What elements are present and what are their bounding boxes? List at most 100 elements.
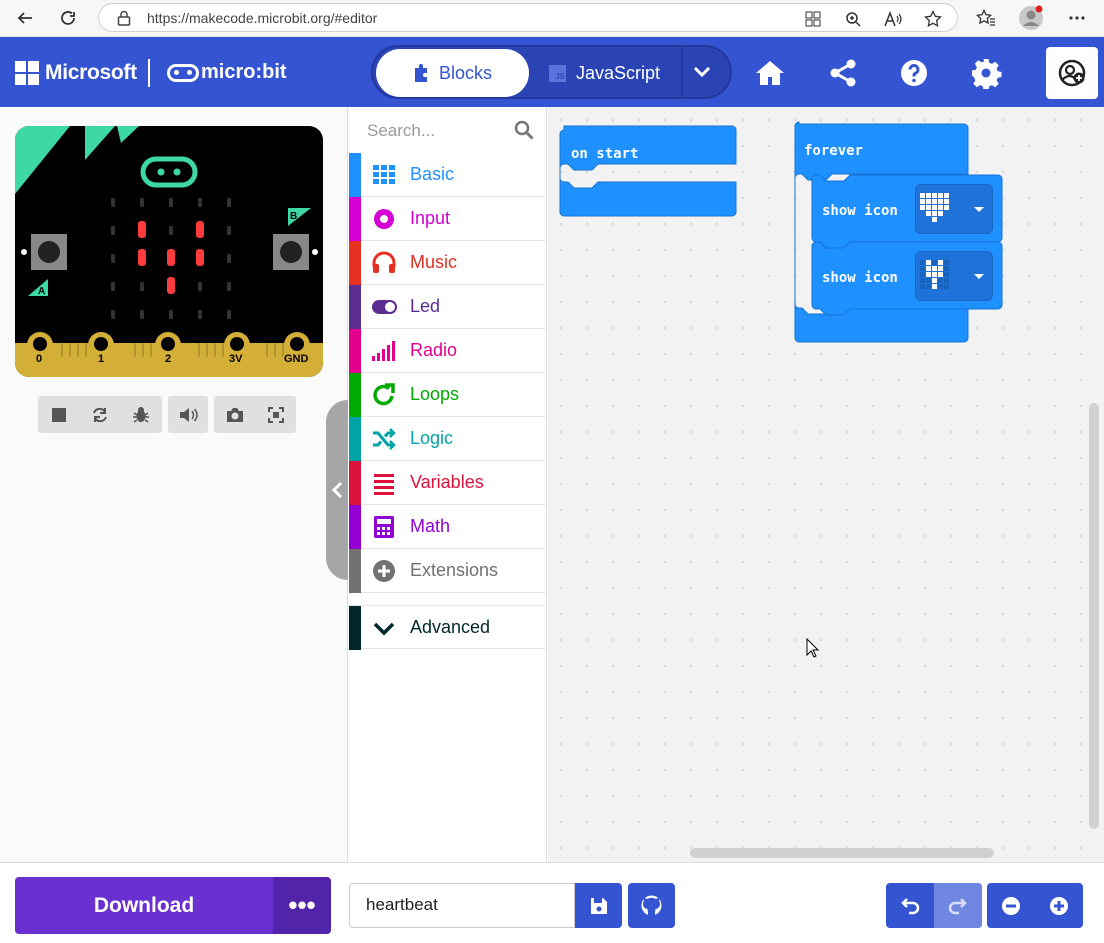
simulator-panel: A B 0 1 2 3V GND xyxy=(0,107,348,862)
pin-label: 3V xyxy=(229,353,243,365)
category-label: Math xyxy=(410,516,451,536)
category-variables[interactable]: Variables xyxy=(349,461,547,505)
favorites-icon[interactable] xyxy=(973,5,999,31)
address-bar[interactable]: https://makecode.microbit.org/#editor xyxy=(98,3,958,32)
category-extensions[interactable]: Extensions xyxy=(349,549,547,593)
redo-icon[interactable] xyxy=(934,883,982,928)
editor-toggle: Blocks JS JavaScript xyxy=(371,45,732,99)
category-math[interactable]: Math xyxy=(349,505,547,549)
on-start-block xyxy=(559,125,737,217)
microsoft-logo-icon[interactable] xyxy=(15,61,39,85)
refresh-icon[interactable] xyxy=(55,5,81,31)
screenshot-icon[interactable] xyxy=(214,396,255,433)
workspace-horizontal-scrollbar[interactable] xyxy=(690,848,994,858)
category-logic[interactable]: Logic xyxy=(349,417,547,461)
shuffle-icon xyxy=(371,427,397,451)
toolbox: Search... Basic Input Music Led Radio Lo… xyxy=(349,107,547,862)
sim-ctrl-group-2 xyxy=(214,396,296,433)
headphones-icon xyxy=(371,251,397,275)
category-basic[interactable]: Basic xyxy=(349,153,547,197)
more-icon[interactable] xyxy=(1064,5,1090,31)
tab-javascript-label: JavaScript xyxy=(576,62,661,83)
category-color-bar xyxy=(349,241,361,285)
microbit-brand[interactable]: micro:bit xyxy=(201,61,287,84)
blocks-workspace[interactable]: on start forever show icon show icon xyxy=(548,107,1104,862)
grid-icon xyxy=(371,163,397,187)
signal-bars-icon xyxy=(371,339,397,363)
show-icon-label[interactable]: show icon xyxy=(822,270,898,286)
icon-dropdown-small-heart[interactable] xyxy=(915,251,993,301)
zoom-out-icon[interactable] xyxy=(987,883,1035,928)
browser-toolbar: https://makecode.microbit.org/#editor xyxy=(0,0,1104,37)
debug-icon[interactable] xyxy=(121,396,162,433)
microbit-board[interactable]: A B 0 1 2 3V GND xyxy=(15,126,323,377)
toolbox-search[interactable]: Search... xyxy=(349,107,547,153)
loop-icon xyxy=(371,383,397,407)
zoom-group xyxy=(987,883,1083,928)
app-header: Microsoft micro:bit Blocks JS JavaScript xyxy=(0,37,1104,107)
category-color-bar xyxy=(349,606,361,650)
help-icon[interactable] xyxy=(898,57,930,89)
share-icon[interactable] xyxy=(827,57,859,89)
save-button[interactable] xyxy=(575,883,622,928)
pin-label: 2 xyxy=(165,353,172,365)
collapse-simulator-button[interactable] xyxy=(326,400,348,580)
github-button[interactable] xyxy=(628,883,675,928)
tab-blocks-label: Blocks xyxy=(438,62,492,83)
mouse-cursor-icon xyxy=(806,638,820,658)
apps-icon[interactable] xyxy=(803,9,823,29)
category-color-bar xyxy=(349,505,361,549)
microsoft-brand[interactable]: Microsoft xyxy=(45,61,137,85)
settings-icon[interactable] xyxy=(970,57,1002,90)
pin-label: 0 xyxy=(36,353,43,365)
puzzle-icon xyxy=(414,64,427,82)
category-label: Radio xyxy=(410,340,458,360)
svg-text:B: B xyxy=(290,211,297,222)
chevron-down-icon[interactable] xyxy=(687,59,717,85)
zoom-in-icon[interactable] xyxy=(1035,883,1083,928)
category-color-bar xyxy=(349,461,361,505)
workspace-vertical-scrollbar[interactable] xyxy=(1089,403,1099,829)
zoom-icon[interactable] xyxy=(843,9,863,29)
category-loops[interactable]: Loops xyxy=(349,373,547,417)
fullscreen-icon[interactable] xyxy=(255,396,296,433)
tab-blocks[interactable]: Blocks xyxy=(376,49,529,97)
category-color-bar xyxy=(349,153,361,197)
input-circle-icon xyxy=(371,207,397,231)
restart-icon[interactable] xyxy=(79,396,120,433)
on-start-label[interactable]: on start xyxy=(571,146,638,162)
icon-dropdown-heart[interactable] xyxy=(915,184,993,234)
project-name-input[interactable]: heartbeat xyxy=(349,883,575,928)
category-label: Extensions xyxy=(410,560,499,580)
home-icon[interactable] xyxy=(754,57,786,89)
pin-label: 1 xyxy=(98,353,105,365)
back-icon[interactable] xyxy=(12,5,38,31)
profile-icon[interactable] xyxy=(1018,5,1044,31)
category-advanced[interactable]: Advanced xyxy=(349,605,547,650)
microbit-logo-icon[interactable] xyxy=(167,64,199,82)
search-icon[interactable] xyxy=(514,120,534,140)
forever-label[interactable]: forever xyxy=(804,143,863,159)
category-music[interactable]: Music xyxy=(349,241,547,285)
stop-icon[interactable] xyxy=(38,396,79,433)
undo-icon[interactable] xyxy=(886,883,934,928)
category-color-bar xyxy=(349,329,361,373)
account-button[interactable] xyxy=(1046,47,1098,99)
tab-javascript[interactable]: JS JavaScript xyxy=(549,49,679,97)
category-label: Basic xyxy=(410,164,455,184)
lock-icon xyxy=(117,10,131,26)
download-more-button[interactable]: ••• xyxy=(273,877,331,934)
category-label: Variables xyxy=(410,472,484,492)
category-led[interactable]: Led xyxy=(349,285,547,329)
category-radio[interactable]: Radio xyxy=(349,329,547,373)
list-icon xyxy=(371,471,397,495)
download-button[interactable]: Download xyxy=(15,877,273,934)
show-icon-label[interactable]: show icon xyxy=(822,203,898,219)
favorite-icon[interactable] xyxy=(923,9,943,29)
search-input[interactable]: Search... xyxy=(367,121,435,141)
read-aloud-icon[interactable] xyxy=(883,9,903,29)
save-icon xyxy=(591,898,607,914)
category-color-bar xyxy=(349,373,361,417)
category-input[interactable]: Input xyxy=(349,197,547,241)
sound-icon[interactable] xyxy=(168,396,208,433)
